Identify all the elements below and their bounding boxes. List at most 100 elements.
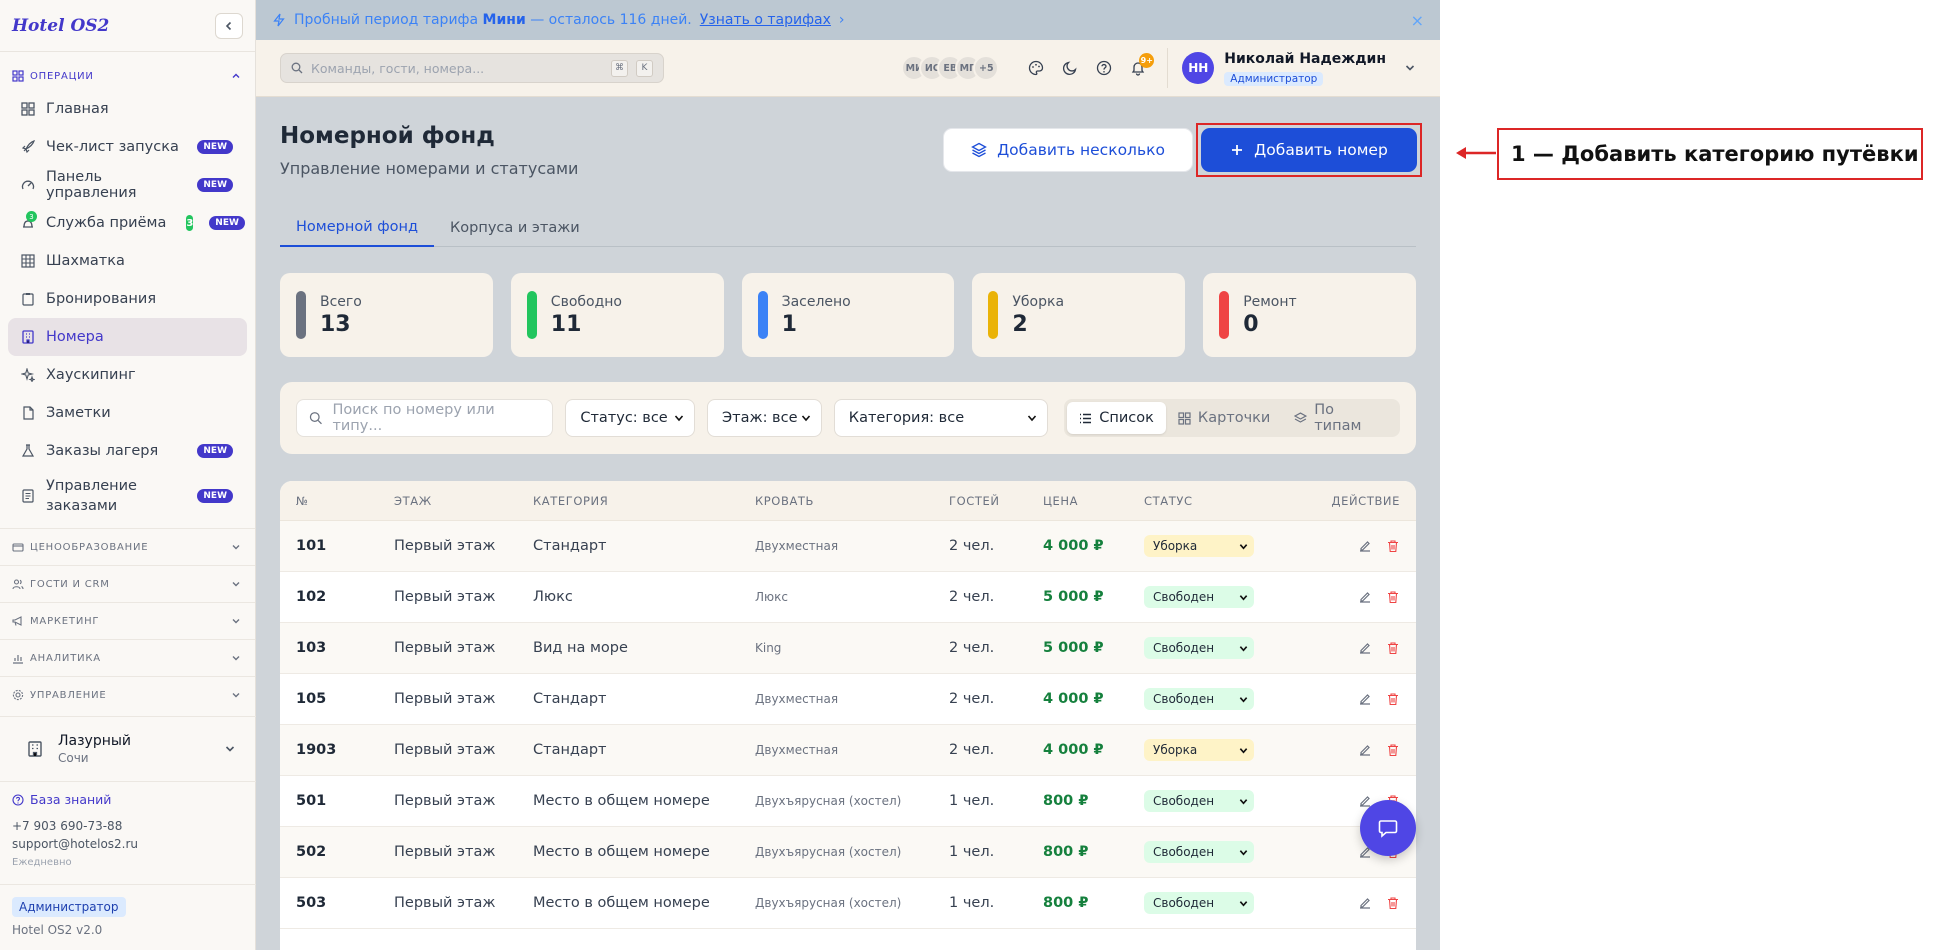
- section-management[interactable]: УПРАВЛЕНИЕ: [0, 677, 255, 713]
- floor-select[interactable]: Этаж: все: [707, 399, 822, 437]
- trash-icon[interactable]: [1386, 692, 1400, 706]
- cell-bed: Люкс: [755, 590, 788, 604]
- col-header-price[interactable]: ЦЕНА: [1043, 494, 1144, 508]
- section-analytics[interactable]: АНАЛИТИКА: [0, 640, 255, 676]
- plans-link[interactable]: Узнать о тарифах: [700, 12, 831, 28]
- role-badge: Администратор: [12, 897, 126, 917]
- edit-icon[interactable]: [1358, 743, 1372, 757]
- notification-count: 9+: [1139, 53, 1155, 68]
- tab-buildings-floors[interactable]: Корпуса и этажи: [434, 209, 596, 247]
- trash-icon[interactable]: [1386, 743, 1400, 757]
- trash-icon[interactable]: [1386, 896, 1400, 910]
- status-select[interactable]: Свободен: [1144, 688, 1254, 710]
- status-select[interactable]: Свободен: [1144, 892, 1254, 914]
- col-header-status[interactable]: СТАТУС: [1144, 494, 1314, 508]
- sidebar-item-control-panel[interactable]: Панель управления NEW: [8, 166, 247, 204]
- rooms-table: № ЭТАЖ КАТЕГОРИЯ КРОВАТЬ ГОСТЕЙ ЦЕНА СТА…: [280, 481, 1416, 950]
- notifications-button[interactable]: 9+: [1123, 53, 1155, 83]
- sidebar-item-chessboard[interactable]: Шахматка: [8, 242, 247, 280]
- col-header-number[interactable]: №: [280, 494, 394, 508]
- sidebar-item-rooms[interactable]: Номера: [8, 318, 247, 356]
- sidebar-item-camp-orders[interactable]: Заказы лагеря NEW: [8, 432, 247, 470]
- view-by-type-button[interactable]: По типам: [1282, 402, 1397, 434]
- user-profile-menu[interactable]: НН Николай Надеждин Администратор: [1182, 51, 1416, 86]
- chevron-right-icon: ›: [838, 12, 845, 28]
- dark-mode-button[interactable]: [1055, 53, 1085, 83]
- category-select[interactable]: Категория: все: [833, 399, 1049, 437]
- cell-category: Место в общем номере: [533, 844, 710, 860]
- col-header-guests[interactable]: ГОСТЕЙ: [949, 494, 1043, 508]
- tab-room-stock[interactable]: Номерной фонд: [280, 209, 434, 247]
- trash-icon[interactable]: [1386, 590, 1400, 604]
- chevron-down-icon: [232, 693, 240, 698]
- sidebar-item-home[interactable]: Главная: [8, 90, 247, 128]
- edit-icon[interactable]: [1358, 539, 1372, 553]
- table-row[interactable]: 503 Первый этаж Место в общем номере Двухъя…: [280, 878, 1416, 929]
- more-users[interactable]: +5: [973, 55, 1000, 81]
- cell-floor: Первый этаж: [394, 589, 496, 605]
- sidebar-item-label: Главная: [46, 101, 109, 117]
- col-header-category[interactable]: КАТЕГОРИЯ: [533, 494, 755, 508]
- status-select[interactable]: Статус: все: [565, 399, 696, 437]
- status-select[interactable]: Свободен: [1144, 841, 1254, 863]
- sidebar-item-front-desk[interactable]: 3 Служба приёма 3 NEW: [8, 204, 247, 242]
- section-guests-crm[interactable]: ГОСТИ И CRM: [0, 566, 255, 602]
- kbd-k: K: [636, 59, 653, 77]
- dashboard-icon: [21, 102, 35, 116]
- section-marketing[interactable]: МАРКЕТИНГ: [0, 603, 255, 639]
- col-header-bed[interactable]: КРОВАТЬ: [755, 494, 949, 508]
- sidebar-item-order-management[interactable]: Управление заказами NEW: [8, 470, 247, 522]
- status-select[interactable]: Свободен: [1144, 637, 1254, 659]
- help-button[interactable]: [1089, 53, 1119, 83]
- hotel-switcher[interactable]: Лазурный Сочи: [0, 716, 256, 782]
- status-select[interactable]: Уборка: [1144, 739, 1254, 761]
- status-select[interactable]: Уборка: [1144, 535, 1254, 557]
- status-select[interactable]: Свободен: [1144, 790, 1254, 812]
- sidebar-item-housekeeping[interactable]: Хаускипинг: [8, 356, 247, 394]
- cell-number: 105: [296, 691, 327, 707]
- room-search-input[interactable]: Поиск по номеру или типу...: [296, 399, 554, 437]
- table-row[interactable]: 105 Первый этаж Стандарт Двухместная 2 чел. 4…: [280, 674, 1416, 725]
- edit-icon[interactable]: [1358, 641, 1372, 655]
- table-row[interactable]: 501 Первый этаж Место в общем номере Двухъя…: [280, 776, 1416, 827]
- edit-icon[interactable]: [1358, 590, 1372, 604]
- gear-icon: [12, 689, 24, 701]
- chat-button[interactable]: [1360, 800, 1416, 856]
- page-subtitle: Управление номерами и статусами: [280, 159, 579, 178]
- table-row[interactable]: 103 Первый этаж Вид на море King 2 чел. 5 000…: [280, 623, 1416, 674]
- section-operations[interactable]: ОПЕРАЦИИ: [0, 62, 255, 90]
- theme-palette-button[interactable]: [1021, 53, 1051, 83]
- stat-value: 1: [781, 311, 797, 337]
- divider: [1167, 48, 1169, 88]
- knowledge-base-link[interactable]: База знаний: [12, 792, 244, 807]
- add-room-button[interactable]: Добавить номер: [1201, 128, 1417, 172]
- close-icon[interactable]: ×: [1411, 11, 1424, 30]
- trash-icon[interactable]: [1386, 539, 1400, 553]
- table-row[interactable]: 1903 Первый этаж Стандарт Двухместная 2 чел.…: [280, 725, 1416, 776]
- add-multiple-button[interactable]: Добавить несколько: [943, 128, 1193, 172]
- sidebar-item-bookings[interactable]: Бронирования: [8, 280, 247, 318]
- table-row[interactable]: 102 Первый этаж Люкс Люкс 2 чел. 5 000 ₽ Свобо…: [280, 572, 1416, 623]
- view-list-button[interactable]: Список: [1067, 402, 1166, 434]
- stat-label: Ремонт: [1243, 293, 1297, 310]
- sidebar-item-notes[interactable]: Заметки: [8, 394, 247, 432]
- cell-actions: [1314, 896, 1416, 910]
- section-pricing[interactable]: ЦЕНООБРАЗОВАНИЕ: [0, 529, 255, 565]
- col-header-floor[interactable]: ЭТАЖ: [394, 494, 533, 508]
- status-select[interactable]: Свободен: [1144, 586, 1254, 608]
- command-search-input[interactable]: Команды, гости, номера... ⌘ K: [280, 53, 664, 83]
- trash-icon[interactable]: [1386, 641, 1400, 655]
- sidebar-collapse-button[interactable]: [215, 12, 243, 39]
- edit-icon[interactable]: [1358, 896, 1372, 910]
- edit-icon[interactable]: [1358, 692, 1372, 706]
- table-row[interactable]: 502 Первый этаж Место в общем номере Двухъя…: [280, 827, 1416, 878]
- online-users[interactable]: МИ ИС ЕВ МП +5: [901, 55, 1000, 81]
- view-cards-button[interactable]: Карточки: [1166, 402, 1282, 434]
- new-badge: NEW: [197, 178, 233, 192]
- section-label: АНАЛИТИКА: [30, 652, 101, 664]
- new-badge: NEW: [209, 216, 245, 230]
- table-row[interactable]: 101 Первый этаж Стандарт Двухместная 2 чел. 4…: [280, 521, 1416, 572]
- cell-status: Свободен: [1144, 586, 1314, 608]
- sidebar-item-launch-checklist[interactable]: Чек-лист запуска NEW: [8, 128, 247, 166]
- section-operations-label: ОПЕРАЦИИ: [30, 70, 94, 82]
